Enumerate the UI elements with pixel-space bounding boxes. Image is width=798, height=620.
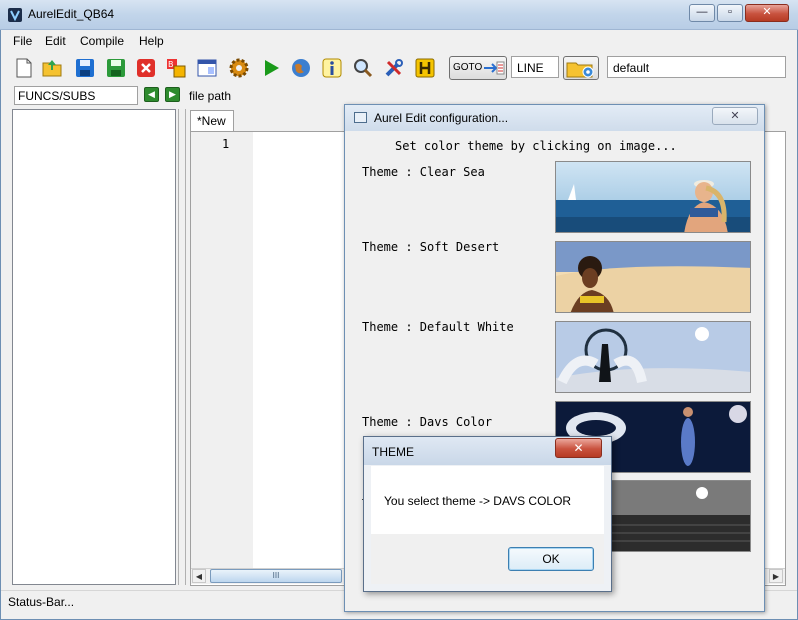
window-icon[interactable] — [196, 57, 218, 79]
minimize-button[interactable]: — — [689, 4, 715, 22]
app-icon — [7, 7, 23, 23]
info-icon[interactable] — [321, 57, 343, 79]
window-icon — [354, 112, 367, 123]
back-arrow-icon[interactable]: ◀ — [144, 87, 159, 102]
theme-image-soft-desert[interactable] — [555, 241, 751, 313]
scroll-right-icon[interactable]: ▶ — [769, 569, 783, 583]
panel-splitter[interactable] — [178, 109, 186, 585]
scrollbar-thumb[interactable]: III — [210, 569, 342, 583]
open-folder-icon[interactable] — [41, 57, 63, 79]
menu-compile[interactable]: Compile — [80, 34, 124, 48]
theme-dialog-message: You select theme -> DAVS COLOR — [384, 494, 572, 508]
run-icon[interactable] — [260, 57, 282, 79]
menu-help[interactable]: Help — [139, 34, 164, 48]
theme-label-soft-desert: Theme : Soft Desert — [362, 240, 500, 254]
theme-settings-button[interactable] — [563, 56, 599, 80]
functions-list-panel[interactable] — [12, 109, 176, 585]
file-path-label: file path — [189, 89, 232, 103]
help-h-icon[interactable] — [414, 57, 436, 79]
folder-gear-icon — [566, 62, 594, 78]
web-globe-icon[interactable] — [290, 57, 312, 79]
config-dialog-title: Aurel Edit configuration... — [374, 111, 509, 125]
theme-label-clear-sea: Theme : Clear Sea — [362, 165, 485, 179]
title-bar[interactable] — [0, 0, 798, 30]
gear-icon[interactable] — [228, 57, 250, 79]
funcs-subs-combo[interactable]: FUNCS/SUBS — [14, 86, 138, 105]
theme-label-davs-color: Theme : Davs Color — [362, 415, 493, 429]
save-icon[interactable] — [74, 57, 96, 79]
menu-edit[interactable]: Edit — [45, 34, 66, 48]
tab-new[interactable]: *New — [190, 110, 234, 132]
menu-bar: File Edit Compile Help — [1, 31, 797, 51]
theme-image-default-white[interactable] — [555, 321, 751, 393]
search-icon[interactable] — [352, 57, 374, 79]
theme-field[interactable]: default — [607, 56, 786, 78]
line-number: 1 — [222, 137, 230, 151]
close-file-icon[interactable] — [135, 57, 157, 79]
menu-file[interactable]: File — [13, 34, 32, 48]
convert-icon[interactable]: B — [165, 57, 187, 79]
new-file-icon[interactable] — [13, 57, 35, 79]
close-window-button[interactable]: ✕ — [745, 4, 789, 22]
goto-button[interactable]: GOTO — [449, 56, 507, 80]
status-text: Status-Bar... — [8, 595, 75, 609]
goto-arrow-icon — [484, 61, 505, 75]
line-field[interactable]: LINE — [511, 56, 559, 78]
maximize-button[interactable]: ▫ — [717, 4, 743, 22]
goto-label: GOTO — [453, 62, 483, 73]
scroll-left-icon[interactable]: ◀ — [192, 569, 206, 583]
window-title: AurelEdit_QB64 — [28, 7, 115, 21]
theme-image-clear-sea[interactable] — [555, 161, 751, 233]
theme-label-default-white: Theme : Default White — [362, 320, 514, 334]
save-as-icon[interactable] — [105, 57, 127, 79]
theme-dialog-close-button[interactable]: ✕ — [555, 438, 602, 458]
toolbar: B GOTO LINE default — [1, 51, 797, 84]
forward-arrow-icon[interactable]: ▶ — [165, 87, 180, 102]
theme-instruction: Set color theme by clicking on image... — [395, 139, 677, 153]
theme-dialog-title: THEME — [372, 445, 414, 459]
config-close-button[interactable]: ✕ — [712, 107, 758, 125]
ok-button[interactable]: OK — [508, 547, 594, 571]
svg-text:B: B — [168, 60, 174, 69]
tools-icon[interactable] — [383, 57, 405, 79]
line-number-gutter — [191, 132, 253, 568]
